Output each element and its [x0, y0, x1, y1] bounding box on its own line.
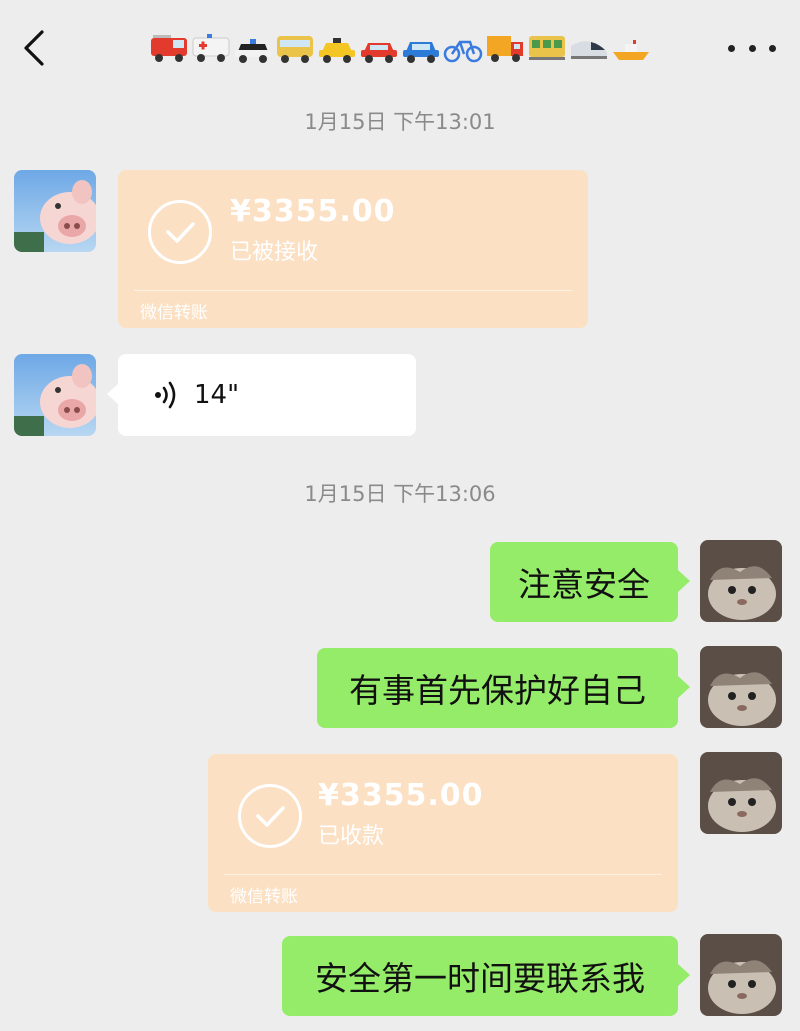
- police-car-icon: [233, 28, 273, 68]
- voice-duration: 14": [194, 380, 240, 410]
- dot-icon: [769, 44, 776, 52]
- transfer-footer: 微信转账: [140, 303, 208, 323]
- bubble-tail: [678, 964, 690, 986]
- cat-avatar-icon: [700, 934, 782, 1016]
- transfer-bubble-accepted[interactable]: ¥3355.00 已收款 微信转账: [208, 754, 678, 912]
- tram-icon: [527, 28, 567, 68]
- transfer-divider: [224, 874, 662, 875]
- cat-avatar-icon: [700, 646, 782, 728]
- my-avatar[interactable]: [700, 540, 782, 622]
- bicycle-icon: [443, 28, 483, 68]
- taxi-icon: [317, 28, 357, 68]
- my-avatar[interactable]: [700, 752, 782, 834]
- red-car-icon: [359, 28, 399, 68]
- transfer-footer: 微信转账: [230, 887, 298, 907]
- contact-avatar[interactable]: [14, 170, 96, 252]
- pig-avatar-icon: [14, 354, 96, 436]
- contact-avatar[interactable]: [14, 354, 96, 436]
- sent-message-bubble[interactable]: 有事首先保护好自己: [317, 648, 678, 728]
- bus-icon: [275, 28, 315, 68]
- transfer-divider: [134, 290, 572, 291]
- chat-title: [140, 24, 660, 72]
- bubble-tail: [678, 570, 690, 592]
- transfer-status: 已被接收: [230, 240, 319, 265]
- truck-icon: [485, 28, 525, 68]
- boat-icon: [611, 28, 651, 68]
- fire-truck-icon: [149, 28, 189, 68]
- cat-avatar-icon: [700, 540, 782, 622]
- message-timestamp: 1月15日 下午13:01: [304, 110, 496, 134]
- pig-avatar-icon: [14, 170, 96, 252]
- bullet-train-icon: [569, 28, 609, 68]
- chevron-left-icon: [24, 30, 44, 66]
- my-avatar[interactable]: [700, 934, 782, 1016]
- transfer-amount: ¥3355.00: [318, 778, 484, 813]
- voice-message-bubble[interactable]: 14": [118, 354, 416, 436]
- more-options-button[interactable]: [728, 30, 776, 66]
- my-avatar[interactable]: [700, 646, 782, 728]
- back-button[interactable]: [14, 26, 54, 70]
- ambulance-icon: [191, 28, 231, 68]
- transfer-bubble-received[interactable]: ¥3355.00 已被接收 微信转账: [118, 170, 588, 328]
- message-timestamp: 1月15日 下午13:06: [304, 482, 496, 506]
- dot-icon: [728, 44, 735, 52]
- chat-header: [0, 0, 800, 96]
- blue-car-icon: [401, 28, 441, 68]
- voice-wave-icon: [155, 381, 176, 409]
- bubble-tail: [678, 676, 690, 698]
- sent-message-bubble[interactable]: 注意安全: [490, 542, 678, 622]
- cat-avatar-icon: [700, 752, 782, 834]
- transfer-amount: ¥3355.00: [230, 194, 396, 229]
- check-circle-icon: [148, 200, 212, 264]
- dot-icon: [748, 44, 756, 52]
- check-circle-icon: [238, 784, 302, 848]
- transfer-status: 已收款: [318, 824, 385, 849]
- sent-message-bubble[interactable]: 安全第一时间要联系我: [282, 936, 678, 1016]
